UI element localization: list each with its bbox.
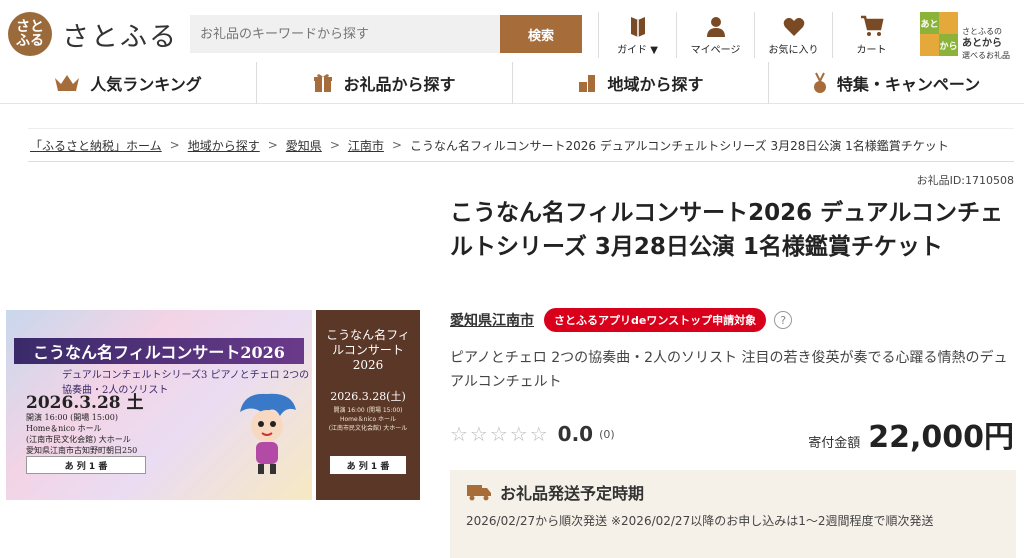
- header-icons: ガイド ▼ マイページ お気に入り カート: [598, 12, 910, 58]
- breadcrumb-home[interactable]: 「ふるさと納税」ホーム: [30, 137, 162, 154]
- app-banner[interactable]: あと から さとふるの あとから 選べるお礼品: [920, 12, 1016, 60]
- donation-price: 寄付金額 22,000円: [808, 412, 1014, 456]
- ticket-title: こうなん名フィルコンサート2026: [14, 338, 304, 364]
- ticket-info: 開演 16:00 (開場 15:00) Home＆nico ホール (江南市民文…: [26, 412, 137, 456]
- rating-score: 0.0: [557, 422, 594, 446]
- user-icon: [706, 17, 725, 37]
- breadcrumb-separator: >: [329, 138, 340, 152]
- nav-campaigns-label: 特集・キャンペーン: [836, 75, 981, 94]
- mascot-icon: [240, 393, 296, 474]
- breadcrumb-prefecture[interactable]: 愛知県: [286, 137, 322, 154]
- ticket-date: 2026.3.28 土: [26, 393, 144, 413]
- buildings-icon: [579, 75, 596, 92]
- favorites-label: お気に入り: [768, 45, 819, 56]
- help-icon[interactable]: ?: [774, 311, 793, 329]
- rating: ☆☆☆☆☆ 0.0 (0): [450, 422, 615, 446]
- product-image[interactable]: こうなん名フィルコンサート2026 デュアルコンチェルトシリーズ3 ピアノとチェ…: [6, 310, 420, 500]
- municipality-link[interactable]: 愛知県江南市: [450, 310, 534, 330]
- ticket-seat: あ 列 1 番: [26, 456, 146, 474]
- shipping-heading-text: お礼品発送予定時期: [500, 484, 645, 503]
- shipping-text: 2026/02/27から順次発送 ※2026/02/27以降のお申し込みは1～2…: [466, 514, 934, 528]
- stub-info-line: (江南市民文化会館) 大ホール: [328, 425, 408, 432]
- breadcrumb-current: こうなん名フィルコンサート2026 デュアルコンチェルトシリーズ 3月28日公演…: [409, 138, 949, 153]
- nav-gifts-label: お礼品から探す: [343, 75, 456, 94]
- shipping-heading: お礼品発送予定時期: [466, 480, 1000, 504]
- site-header: さとふる さとふる 検索 ガイド ▼ マイページ お気に入り カート あと から: [0, 0, 1024, 62]
- breadcrumb-separator: >: [267, 138, 278, 152]
- cart-icon: [860, 15, 884, 36]
- nav-regions[interactable]: 地域から探す: [512, 62, 768, 104]
- gift-id: お礼品ID:1710508: [916, 174, 1014, 187]
- heart-icon: [783, 17, 804, 36]
- truck-icon: [467, 485, 491, 501]
- stub-seat: あ 列 1 番: [330, 456, 406, 474]
- nav-regions-label: 地域から探す: [607, 75, 704, 94]
- app-banner-text: さとふるの あとから 選べるお礼品: [962, 12, 1010, 60]
- logo-text: さとふる: [62, 21, 178, 53]
- mypage-label: マイページ: [690, 45, 741, 56]
- breadcrumb-city[interactable]: 江南市: [348, 137, 384, 154]
- product-description: ピアノとチェロ 2つの協奏曲・2人のソリスト 注目の若き俊英が奏でる心躍る情熱の…: [450, 350, 1008, 390]
- crown-icon: [55, 75, 80, 91]
- breadcrumb: 「ふるさと納税」ホーム > 地域から探す > 愛知県 > 江南市 > こうなん名…: [28, 128, 1014, 162]
- onestop-badge: さとふるアプリdeワンストップ申請対象: [544, 308, 767, 332]
- guide-book-icon: [630, 17, 645, 37]
- app-tiles: あと から: [920, 12, 958, 56]
- nav-campaigns[interactable]: 特集・キャンペーン: [768, 62, 1024, 104]
- stub-info-line: Home＆nico ホール: [339, 416, 397, 423]
- app-tile-2: [939, 12, 958, 34]
- cart-button[interactable]: カート: [832, 12, 910, 58]
- app-tile-1: あと: [920, 12, 939, 34]
- breadcrumb-regions[interactable]: 地域から探す: [188, 137, 260, 154]
- app-text-line3: 選べるお礼品: [962, 51, 1010, 60]
- breadcrumb-separator: >: [391, 138, 402, 152]
- mypage-button[interactable]: マイページ: [676, 12, 754, 58]
- nav-ranking[interactable]: 人気ランキング: [0, 62, 256, 104]
- ticket-main: こうなん名フィルコンサート2026 デュアルコンチェルトシリーズ3 ピアノとチェ…: [6, 310, 312, 500]
- favorites-button[interactable]: お気に入り: [754, 12, 832, 58]
- price-value: 22,000円: [868, 420, 1014, 455]
- site-logo[interactable]: さと ふる さとふる: [8, 12, 178, 56]
- search-button[interactable]: 検索: [500, 15, 582, 53]
- product-title: こうなん名フィルコンサート2026 デュアルコンチェルトシリーズ 3月28日公演…: [450, 200, 1003, 260]
- nav-gifts[interactable]: お礼品から探す: [256, 62, 512, 104]
- app-tile-4: から: [939, 34, 958, 56]
- search-bar: 検索: [190, 15, 582, 53]
- medal-icon: [813, 72, 826, 93]
- guide-label: ガイド ▼: [617, 45, 658, 56]
- stub-date: 2026.3.28(土): [330, 390, 406, 403]
- ticket-stub: こうなん名フィルコンサート2026 2026.3.28(土) 開演 16:00 …: [316, 310, 420, 500]
- main-nav: 人気ランキング お礼品から探す 地域から探す 特集・キャンペーン: [0, 62, 1024, 104]
- app-tile-3: [920, 34, 939, 56]
- nav-ranking-label: 人気ランキング: [90, 75, 202, 94]
- star-rating-icon: ☆☆☆☆☆: [450, 422, 550, 446]
- stub-info: 開演 16:00 (開場 15:00) Home＆nico ホール (江南市民文…: [326, 406, 410, 433]
- ticket-info-line: Home＆nico ホール: [26, 424, 102, 433]
- stub-info-line: 開演 16:00 (開場 15:00): [333, 407, 403, 414]
- app-text-line2: あとから: [962, 38, 1002, 49]
- breadcrumb-separator: >: [169, 138, 180, 152]
- cart-label: カート: [856, 45, 887, 56]
- ticket-info-line: 開演 16:00 (開場 15:00): [26, 413, 118, 422]
- gift-icon: [314, 74, 333, 92]
- search-input[interactable]: [190, 15, 500, 53]
- review-count[interactable]: (0): [599, 428, 615, 441]
- stub-title: こうなん名フィルコンサート2026: [326, 328, 410, 372]
- ticket-info-line: 愛知県江南市古知野町朝日250: [26, 446, 138, 455]
- price-label: 寄付金額: [808, 436, 861, 451]
- municipality-row: 愛知県江南市 さとふるアプリdeワンストップ申請対象 ?: [450, 308, 793, 332]
- guide-button[interactable]: ガイド ▼: [598, 12, 676, 58]
- logo-mark-icon: さと ふる: [8, 12, 52, 56]
- ticket-info-line: (江南市民文化会館) 大ホール: [26, 435, 131, 444]
- app-text-line1: さとふるの: [962, 27, 1002, 36]
- shipping-info: お礼品発送予定時期 2026/02/27から順次発送 ※2026/02/27以降…: [450, 470, 1016, 558]
